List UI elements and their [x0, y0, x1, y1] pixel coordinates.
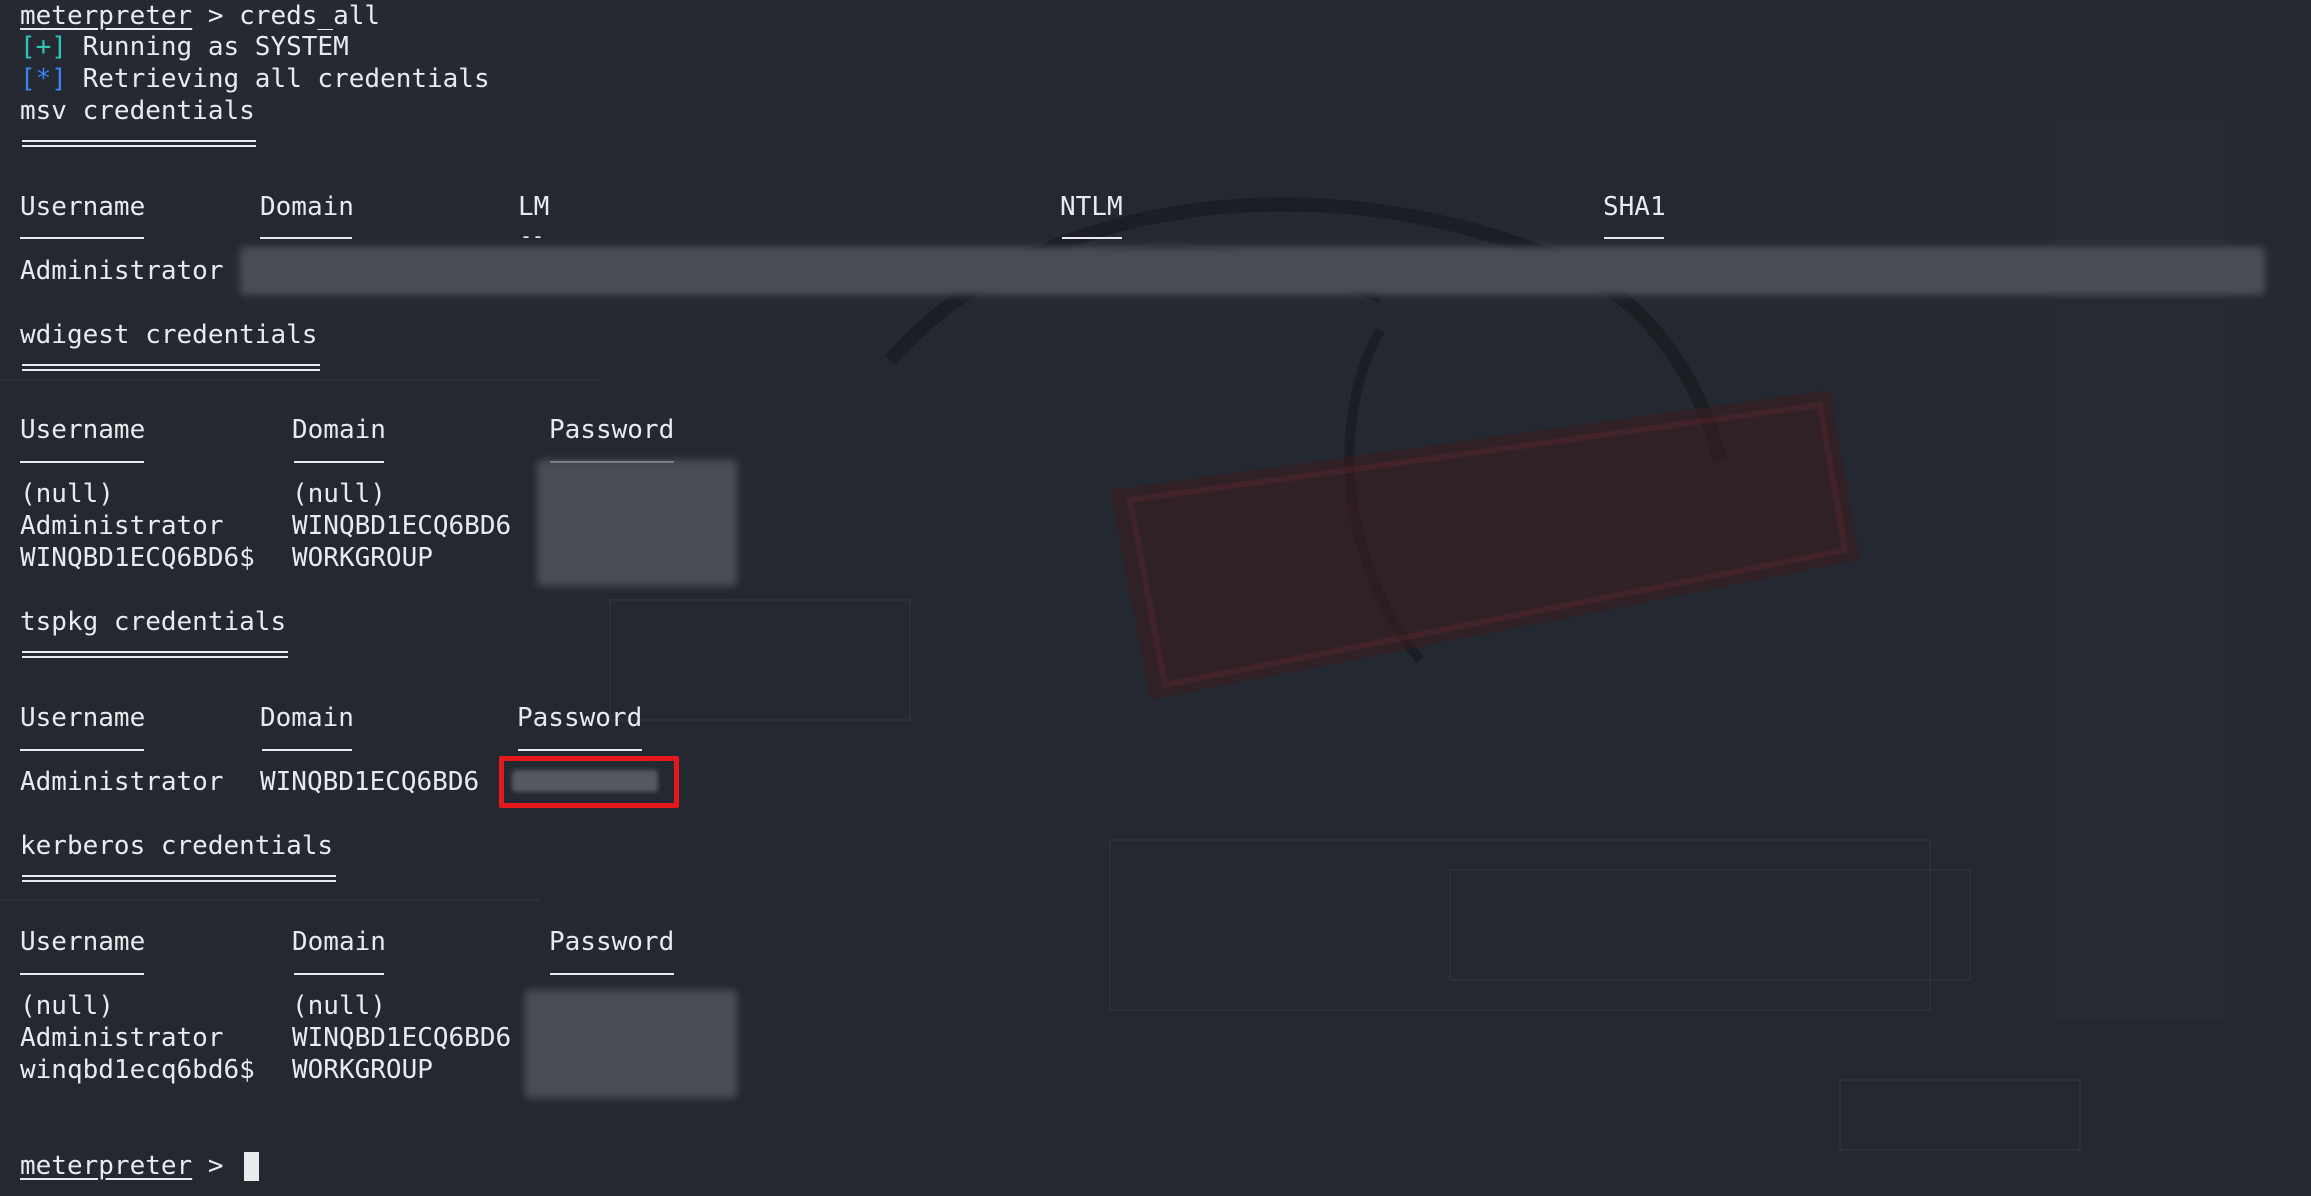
- table-row-domain: (null): [292, 991, 386, 1021]
- column-header-password: Password: [549, 415, 675, 445]
- terminal-output: meterpreter > creds_all [+] Running as S…: [0, 0, 2311, 1196]
- status-success-mark: [+]: [20, 32, 67, 62]
- redacted-hashes: [240, 247, 2265, 295]
- header-rule: [20, 461, 144, 463]
- header-rule: [20, 973, 144, 975]
- msv-row-username: Administrator: [20, 256, 224, 286]
- section-underline: [22, 140, 256, 147]
- column-header-username: Username: [20, 703, 146, 733]
- column-header-domain: Domain: [292, 415, 386, 445]
- column-header-username: Username: [20, 927, 146, 957]
- column-header-domain: Domain: [260, 703, 354, 733]
- header-rule: [260, 237, 352, 239]
- header-rule: [262, 749, 352, 751]
- section-title-msv: msv credentials: [20, 96, 255, 126]
- section-underline: [22, 651, 288, 658]
- column-header-ntlm: NTLM: [1060, 192, 1123, 222]
- prompt-line[interactable]: meterpreter >: [20, 1150, 239, 1182]
- column-header-sha1: SHA1: [1603, 192, 1666, 222]
- table-row-username: Administrator: [20, 511, 224, 541]
- header-rule: [294, 461, 384, 463]
- column-header-lm: LM: [518, 192, 550, 222]
- table-row-domain: WORKGROUP: [292, 543, 433, 573]
- column-header-domain: Domain: [260, 192, 354, 222]
- status-info-mark: [*]: [20, 64, 67, 94]
- table-row-username: (null): [20, 479, 114, 509]
- section-underline: [22, 875, 336, 882]
- column-header-domain: Domain: [292, 927, 386, 957]
- table-row-domain: WINQBD1ECQ6BD6: [260, 767, 480, 797]
- prompt-label: meterpreter: [20, 1, 193, 31]
- table-row-domain: WINQBD1ECQ6BD6: [292, 511, 512, 541]
- header-rule: [1062, 237, 1122, 239]
- table-row-username: winqbd1ecq6bd6$: [20, 1055, 255, 1085]
- header-rule: [1604, 237, 1664, 239]
- section-underline: [22, 364, 320, 371]
- table-row-username: Administrator: [20, 767, 224, 797]
- redacted-passwords: [525, 990, 737, 1098]
- table-row-domain: WINQBD1ECQ6BD6: [292, 1023, 512, 1053]
- column-header-username: Username: [20, 415, 146, 445]
- header-rule: [20, 237, 144, 239]
- header-rule: [20, 749, 144, 751]
- text-cursor-icon[interactable]: [244, 1152, 259, 1181]
- redacted-password: [512, 770, 658, 792]
- column-header-username: Username: [20, 192, 146, 222]
- command-text: > creds_all: [192, 1, 381, 31]
- redacted-passwords: [537, 460, 737, 586]
- status-text: Running as SYSTEM: [66, 32, 349, 62]
- header-rule: [294, 973, 384, 975]
- prompt-separator: >: [192, 1151, 240, 1181]
- section-title-tspkg: tspkg credentials: [20, 607, 287, 637]
- section-title-kerberos: kerberos credentials: [20, 831, 334, 861]
- status-line-running: [+] Running as SYSTEM: [20, 31, 349, 63]
- table-row-domain: (null): [292, 479, 386, 509]
- column-header-password: Password: [549, 927, 675, 957]
- table-row-username: WINQBD1ECQ6BD6$: [20, 543, 255, 573]
- status-text: Retrieving all credentials: [66, 64, 490, 94]
- table-row-username: Administrator: [20, 1023, 224, 1053]
- column-header-password: Password: [517, 703, 643, 733]
- header-rule: [550, 973, 674, 975]
- status-line-retrieving: [*] Retrieving all credentials: [20, 63, 490, 95]
- table-row-domain: WORKGROUP: [292, 1055, 433, 1085]
- header-rule: [518, 749, 642, 751]
- section-title-wdigest: wdigest credentials: [20, 320, 318, 350]
- table-row-username: (null): [20, 991, 114, 1021]
- command-line: meterpreter > creds_all: [20, 0, 380, 32]
- prompt-label: meterpreter: [20, 1151, 193, 1181]
